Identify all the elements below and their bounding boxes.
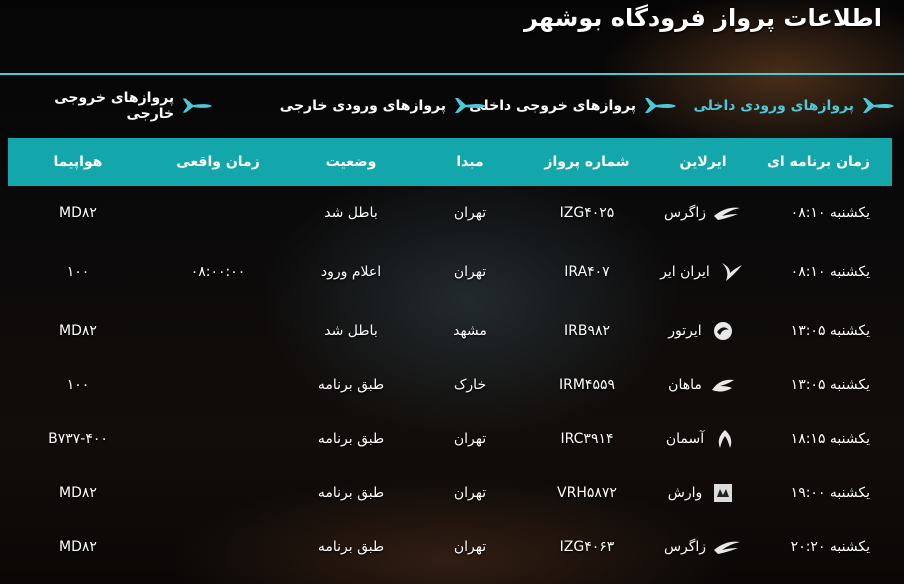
flight-number: IZG۴۰۲۵ xyxy=(559,205,615,221)
aircraft-type: ۱۰۰ xyxy=(66,264,90,280)
scheduled-time: یکشنبه ۱۸:۱۵ xyxy=(790,431,870,447)
scheduled-time: یکشنبه ۰۸:۱۰ xyxy=(790,205,870,221)
origin: تهران xyxy=(453,264,487,280)
table-row: یکشنبه ۲۰:۲۰ زاگرس IZG۴۰۶۳ تهران طبق برنامه M… xyxy=(8,520,892,574)
aircraft-type: MD۸۲ xyxy=(59,539,97,555)
varesh-logo-icon xyxy=(708,482,738,504)
flight-number: IRC۳۹۱۴ xyxy=(560,431,614,447)
scheduled-time: یکشنبه ۲۰:۲۰ xyxy=(790,539,870,555)
page-title: اطلاعات پرواز فرودگاه بوشهر xyxy=(524,4,882,32)
flight-number: IRB۹۸۲ xyxy=(563,323,611,339)
airplane-icon xyxy=(455,98,486,113)
tab-international-arrivals[interactable]: پروازهای ورودی خارجی xyxy=(280,96,488,116)
tab-domestic-departures[interactable]: پروازهای خروجی داخلی xyxy=(469,96,678,116)
scheduled-time: یکشنبه ۱۹:۰۰ xyxy=(790,485,870,501)
iranair-logo-icon xyxy=(716,261,746,283)
status: طبق برنامه xyxy=(317,539,385,555)
table-row: یکشنبه ۱۹:۰۰ وارش VRH۵۸۷۲ تهران طبق برنامه MD… xyxy=(8,466,892,520)
scheduled-time: یکشنبه ۱۳:۰۵ xyxy=(790,323,870,339)
table-row: یکشنبه ۱۸:۱۵ آسمان IRC۳۹۱۴ تهران طبق برنامه B… xyxy=(8,412,892,466)
origin: تهران xyxy=(453,431,487,447)
airline-cell: وارش xyxy=(648,482,758,504)
table-row: یکشنبه ۱۳:۰۵ ایرتور IRB۹۸۲ مشهد باطل شد MD۸۲ xyxy=(8,304,892,358)
airline-cell: ماهان xyxy=(648,374,758,396)
tab-label: پروازهای خروجی خارجی xyxy=(54,90,175,122)
airline-name: ماهان xyxy=(668,377,702,393)
zagros-logo-icon xyxy=(712,536,742,558)
aircraft-type: MD۸۲ xyxy=(59,485,97,501)
header-divider xyxy=(0,73,904,75)
column-header-scheduled: زمان برنامه ای xyxy=(767,154,870,170)
tab-international-departures[interactable]: پروازهای خروجی خارجی xyxy=(12,90,214,122)
flight-tabs: پروازهای ورودی داخلی پروازهای خروجی داخل… xyxy=(12,84,896,128)
origin: تهران xyxy=(453,205,487,221)
tab-label: پروازهای خروجی داخلی xyxy=(469,98,636,114)
table-row: یکشنبه ۰۸:۱۰ ایران ایر IRA۴۰۷ تهران اعلام ور… xyxy=(8,240,892,304)
table-body: یکشنبه ۰۸:۱۰ زاگرس IZG۴۰۲۵ تهران باطل شد MD۸۲… xyxy=(8,186,892,574)
airline-name: ایران ایر xyxy=(660,264,710,280)
airline-name: زاگرس xyxy=(663,539,707,555)
scheduled-time: یکشنبه ۰۸:۱۰ xyxy=(790,264,870,280)
mahan-logo-icon xyxy=(708,374,738,396)
status: طبق برنامه xyxy=(317,431,385,447)
flight-number: IRA۴۰۷ xyxy=(564,264,610,280)
airplane-icon xyxy=(645,98,676,113)
airtour-logo-icon xyxy=(708,320,738,342)
scheduled-time: یکشنبه ۱۳:۰۵ xyxy=(790,377,870,393)
column-header-status: وضعیت xyxy=(325,154,377,170)
status: باطل شد xyxy=(324,323,378,339)
aircraft-type: ۱۰۰ xyxy=(66,377,90,393)
origin: مشهد xyxy=(453,323,487,339)
column-header-actual: زمان واقعی xyxy=(176,154,260,170)
tab-label: پروازهای ورودی خارجی xyxy=(279,98,446,114)
airline-cell: ایرتور xyxy=(648,320,758,342)
column-header-airline: ایرلاین xyxy=(679,154,727,170)
table-header: زمان برنامه ای ایرلاین شماره پرواز مبدا … xyxy=(8,138,892,186)
column-header-flight: شماره پرواز xyxy=(544,154,630,170)
airplane-icon xyxy=(182,98,213,113)
airline-cell: زاگرس xyxy=(648,202,758,224)
origin: خارک xyxy=(453,377,487,393)
airline-cell: آسمان xyxy=(648,428,758,450)
origin: تهران xyxy=(453,485,487,501)
aircraft-type: B۷۳۷-۴۰۰ xyxy=(48,431,108,447)
airline-cell: ایران ایر xyxy=(648,261,758,283)
flight-number: IZG۴۰۶۳ xyxy=(559,539,615,555)
airline-name: زاگرس xyxy=(663,205,707,221)
airline-name: ایرتور xyxy=(668,323,702,339)
tab-label: پروازهای ورودی داخلی xyxy=(693,98,854,114)
airplane-icon xyxy=(863,98,894,113)
status: طبق برنامه xyxy=(317,485,385,501)
flights-table: زمان برنامه ای ایرلاین شماره پرواز مبدا … xyxy=(8,138,892,574)
aseman-logo-icon xyxy=(710,428,740,450)
table-row: یکشنبه ۱۳:۰۵ ماهان IRM۴۵۵۹ خارک طبق برنامه ۱۰… xyxy=(8,358,892,412)
status: طبق برنامه xyxy=(317,377,385,393)
zagros-logo-icon xyxy=(712,202,742,224)
tab-domestic-arrivals[interactable]: پروازهای ورودی داخلی xyxy=(693,96,896,116)
airline-name: آسمان xyxy=(665,431,705,447)
flight-number: VRH۵۸۷۲ xyxy=(557,485,617,501)
table-row: یکشنبه ۰۸:۱۰ زاگرس IZG۴۰۲۵ تهران باطل شد MD۸۲ xyxy=(8,186,892,240)
column-header-aircraft: هواپیما xyxy=(53,154,103,170)
status: اعلام ورود xyxy=(320,264,382,280)
origin: تهران xyxy=(453,539,487,555)
actual-time: ۰۸:۰۰:۰۰ xyxy=(190,264,246,280)
aircraft-type: MD۸۲ xyxy=(59,205,97,221)
airline-name: وارش xyxy=(667,485,703,501)
status: باطل شد xyxy=(324,205,378,221)
airline-cell: زاگرس xyxy=(648,536,758,558)
aircraft-type: MD۸۲ xyxy=(59,323,97,339)
column-header-origin: مبدا xyxy=(456,154,484,170)
flight-number: IRM۴۵۵۹ xyxy=(558,377,615,393)
